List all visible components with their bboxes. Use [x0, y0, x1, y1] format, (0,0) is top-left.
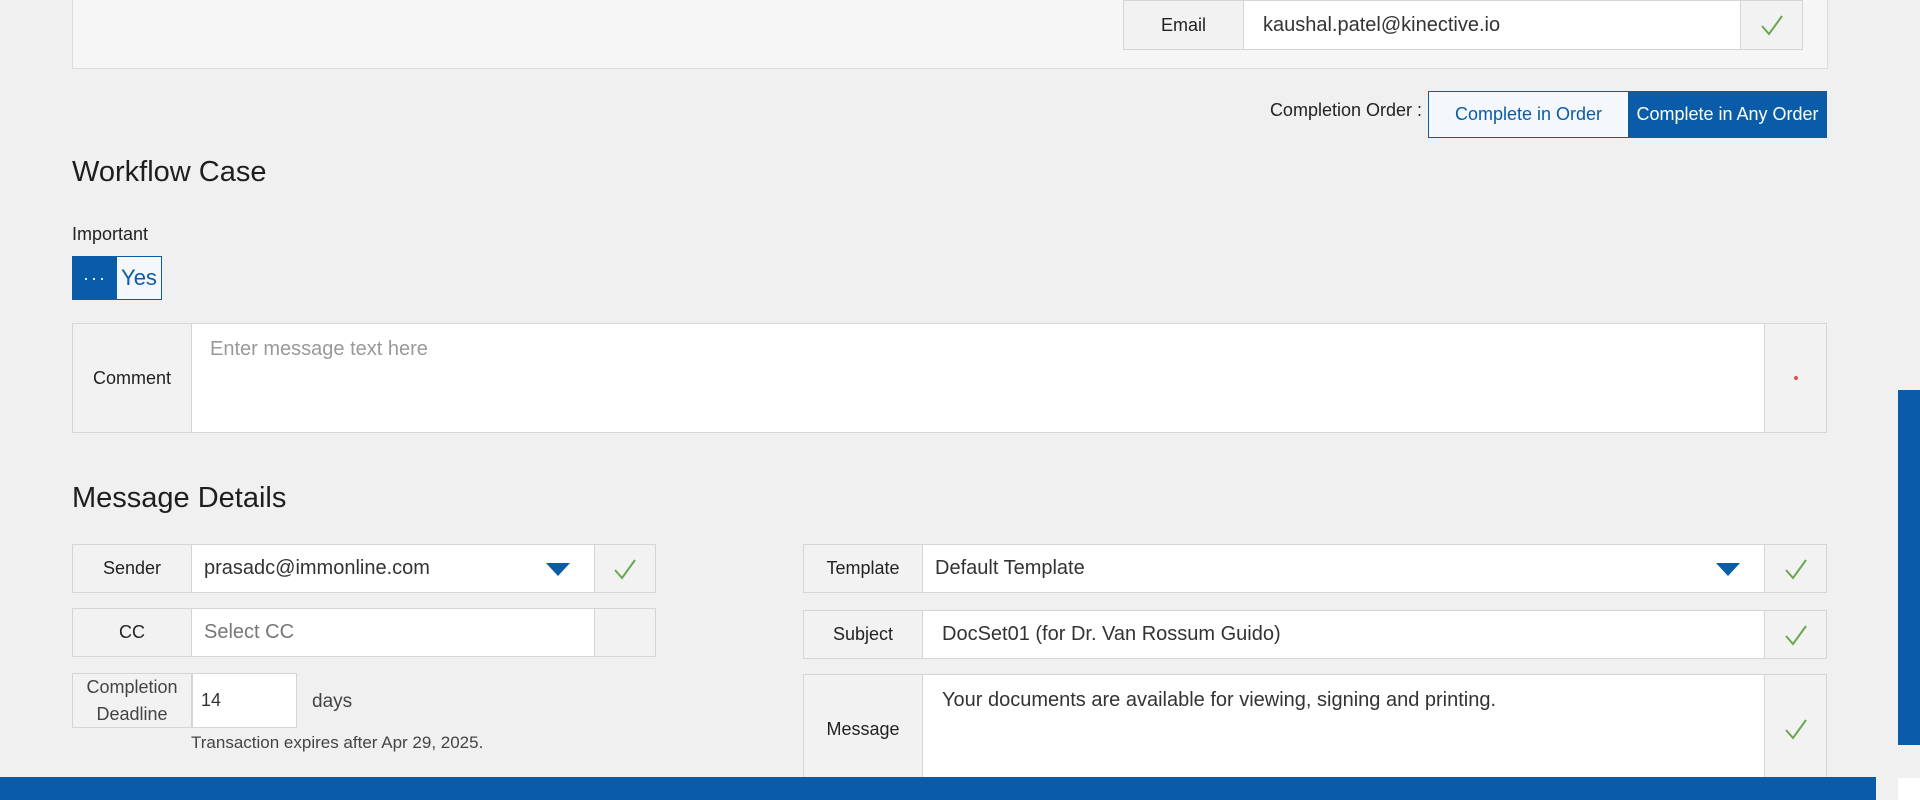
template-value: Default Template — [935, 557, 1085, 579]
subject-label: Subject — [803, 610, 923, 659]
chevron-down-icon[interactable] — [1716, 563, 1740, 576]
subject-input[interactable]: DocSet01 (for Dr. Van Rossum Guido) — [922, 610, 1765, 659]
scrollbar-track-lower[interactable] — [1898, 778, 1920, 800]
complete-in-order-button[interactable]: Complete in Order — [1428, 91, 1629, 138]
cc-label: CC — [72, 608, 192, 657]
important-toggle[interactable]: ··· Yes — [72, 256, 162, 300]
template-select[interactable]: Default Template — [922, 544, 1765, 593]
message-details-title: Message Details — [72, 482, 287, 514]
deadline-days-input[interactable]: 14 — [192, 673, 297, 728]
check-icon — [614, 558, 636, 580]
footer-bar — [0, 777, 1876, 800]
complete-any-order-button[interactable]: Complete in Any Order — [1628, 91, 1827, 138]
cc-indicator — [594, 608, 656, 657]
toggle-yes-segment[interactable]: Yes — [117, 257, 161, 299]
important-label: Important — [72, 224, 149, 244]
sender-valid-indicator — [594, 544, 656, 593]
deadline-unit: days — [312, 691, 353, 712]
chevron-down-icon[interactable] — [546, 563, 570, 576]
template-valid-indicator — [1764, 544, 1827, 593]
deadline-label-line2: Deadline — [96, 703, 168, 724]
workflow-case-title: Workflow Case — [72, 156, 267, 188]
cc-select[interactable]: Select CC — [191, 608, 595, 657]
required-dot-icon — [1793, 376, 1798, 380]
subject-valid-indicator — [1764, 610, 1827, 659]
check-icon — [1784, 719, 1807, 740]
sender-label: Sender — [72, 544, 192, 593]
check-icon — [1760, 15, 1783, 36]
expiry-note: Transaction expires after Apr 29, 2025. — [191, 733, 484, 752]
email-label: Email — [1123, 0, 1244, 50]
comment-required-indicator — [1764, 323, 1827, 433]
check-icon — [1784, 624, 1807, 646]
sender-select[interactable]: prasadc@immonline.com — [191, 544, 595, 593]
toggle-off-segment[interactable]: ··· — [73, 257, 117, 299]
email-field[interactable]: kaushal.patel@kinective.io — [1243, 0, 1741, 50]
message-valid-indicator — [1764, 674, 1827, 784]
message-label: Message — [803, 674, 923, 784]
email-valid-indicator — [1740, 0, 1803, 50]
check-icon — [1784, 558, 1807, 580]
scrollbar-thumb[interactable] — [1898, 390, 1920, 745]
completion-deadline-label: Completion Deadline — [72, 673, 192, 728]
deadline-label-line1: Completion — [86, 676, 178, 697]
sender-value: prasadc@immonline.com — [204, 557, 430, 579]
message-input[interactable]: Your documents are available for viewing… — [922, 674, 1765, 784]
template-label: Template — [803, 544, 923, 593]
comment-input[interactable] — [191, 323, 1765, 433]
comment-label: Comment — [72, 323, 192, 433]
completion-order-label: Completion Order : — [1269, 100, 1422, 120]
